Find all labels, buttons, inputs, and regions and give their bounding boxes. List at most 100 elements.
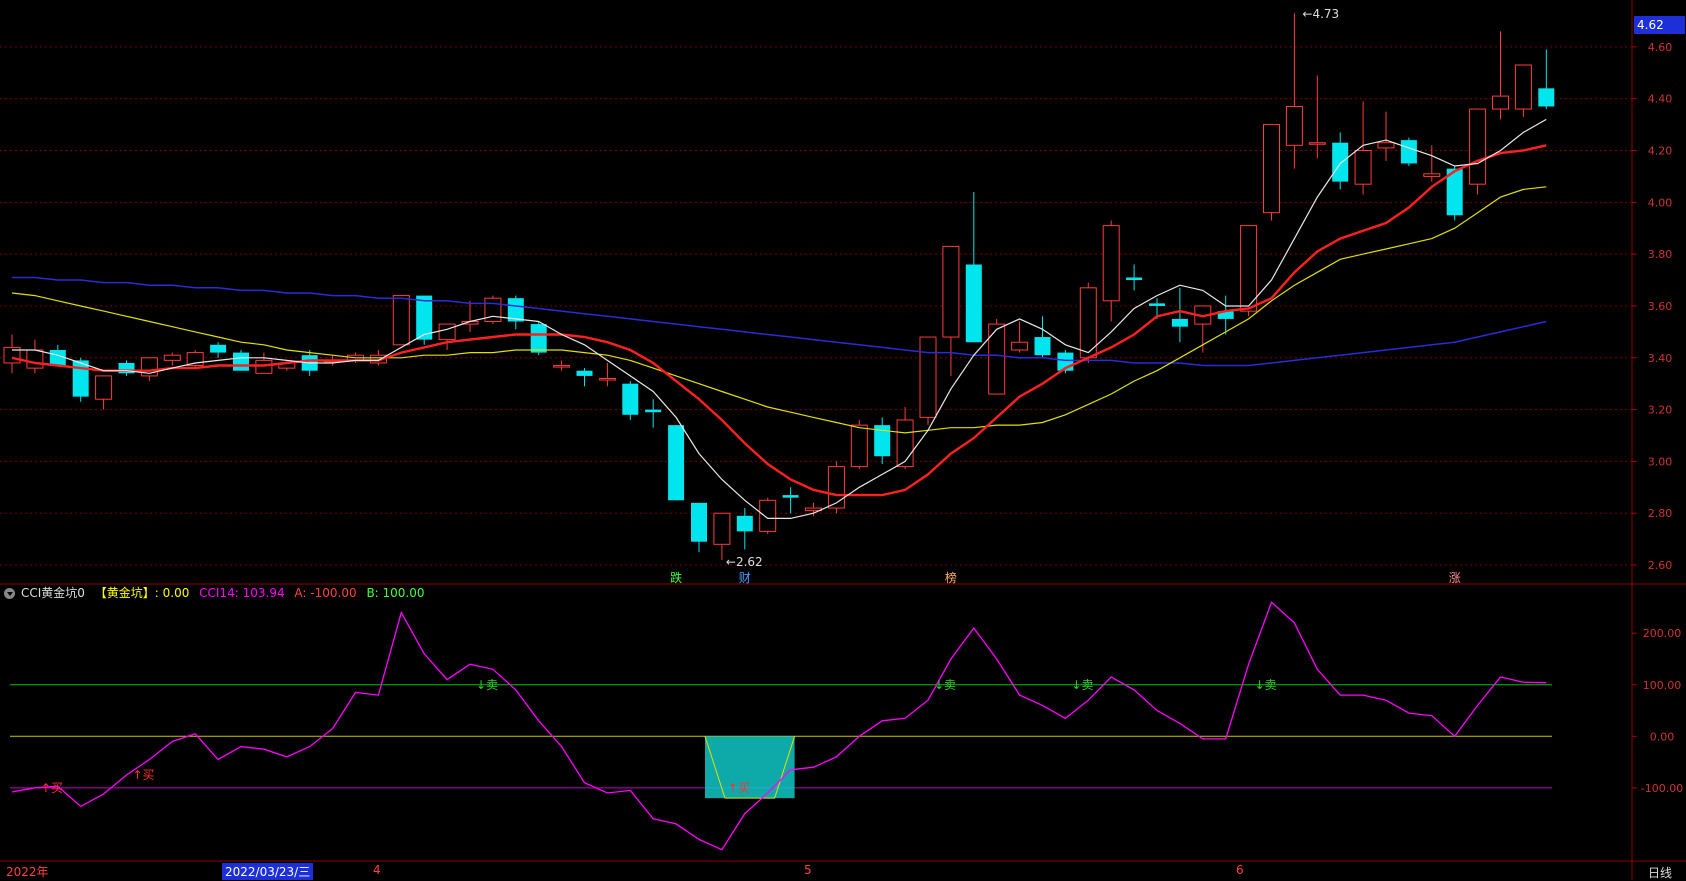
low-price-label: ←2.62 [726, 555, 763, 569]
candle-body [942, 245, 960, 338]
candle [553, 360, 571, 371]
candle [965, 191, 982, 343]
cci-signal-label: ↑买 [41, 781, 63, 795]
price-tick-label: 4.60 [1648, 41, 1673, 54]
candle [1469, 108, 1487, 195]
event-marker: 跌 [670, 570, 682, 585]
cci-value: CCI14: 103.94 [199, 586, 285, 600]
candle-body [1102, 225, 1120, 302]
cci-signal-label: ↓卖 [1255, 678, 1277, 692]
candle [1377, 111, 1395, 161]
candle-body [736, 515, 753, 532]
candle [392, 295, 410, 346]
grid [0, 46, 1632, 566]
candle-body [95, 375, 113, 400]
collapse-icon[interactable] [4, 588, 15, 599]
candle [942, 245, 960, 376]
candle-body [392, 295, 410, 346]
candle [1171, 287, 1188, 343]
candle [1194, 305, 1212, 353]
price-tick-label: 3.60 [1648, 300, 1673, 313]
candle-body [850, 424, 868, 468]
candle-body [827, 466, 845, 509]
candle-body [1034, 337, 1051, 356]
cci-panel [10, 601, 1552, 851]
price-tick-label: 4.20 [1648, 145, 1673, 158]
cci-tick-label: 100.00 [1643, 679, 1682, 692]
candle [1538, 49, 1555, 110]
price-tick-label: 2.80 [1648, 507, 1673, 520]
candle-body [1354, 150, 1372, 185]
event-marker: 涨 [1449, 570, 1461, 585]
candle [622, 381, 639, 420]
candle-body [1126, 277, 1143, 281]
candle-body [691, 502, 707, 542]
candle-body [896, 419, 914, 468]
ma20-line [11, 186, 1547, 434]
candle [1285, 13, 1303, 169]
high-price-label: ←4.73 [1302, 7, 1339, 21]
candlestick-series [3, 13, 1555, 560]
candle [668, 425, 685, 501]
candle [1354, 101, 1372, 195]
candle [1034, 316, 1051, 358]
a-value: A: -100.00 [294, 586, 357, 600]
price-tick-label: 3.20 [1648, 404, 1673, 417]
candle [576, 368, 593, 387]
price-tick-label: 3.00 [1648, 455, 1673, 468]
cci-signal-label: ↓卖 [476, 678, 498, 692]
candle-body [1469, 108, 1487, 185]
candle-body [782, 495, 799, 498]
candle [1400, 137, 1417, 167]
candle-body [1285, 105, 1303, 146]
candle [1492, 31, 1509, 120]
candle [759, 497, 777, 534]
candle-body [49, 350, 66, 366]
candle [484, 295, 502, 325]
stock-chart[interactable]: 4.60 4.40 4.20 4.00 3.80 3.60 3.40 3.20 3.00 2.80… [0, 0, 1686, 880]
candle [1514, 64, 1532, 117]
candle-body [668, 425, 685, 501]
event-marker: 榜 [945, 570, 957, 585]
cci-tick-label: -100.00 [1641, 782, 1683, 795]
cci-tick-label: 200.00 [1643, 627, 1682, 640]
b-value: B: 100.00 [366, 586, 425, 600]
candle-body [1149, 303, 1165, 306]
candle-body [530, 324, 547, 353]
cci-signal-label: ↑买 [133, 768, 155, 782]
candle [1308, 75, 1326, 159]
candle [919, 336, 937, 426]
period-label[interactable]: 日线 [1648, 864, 1672, 881]
cci-indicator-header: CCI黄金坑0 【黄金坑】: 0.00 CCI14: 103.94 A: -10… [4, 584, 431, 601]
candle [1240, 225, 1258, 317]
candle-body [988, 323, 1006, 395]
indicator-name[interactable]: CCI黄金坑0 [21, 586, 85, 600]
golden-pit-value: 【黄金坑】: 0.00 [94, 586, 190, 600]
cci-signal-label: ↓卖 [1071, 678, 1093, 692]
candle [713, 512, 731, 560]
cursor-date: 2022/03/23/三 [222, 863, 314, 880]
candle-body [1332, 142, 1349, 182]
candle [507, 295, 524, 330]
candle [163, 352, 181, 366]
price-tick-label: 4.40 [1648, 93, 1673, 106]
candle [255, 352, 273, 374]
candle [598, 362, 616, 387]
cci-tick-label: 0.00 [1650, 730, 1675, 743]
candle-body [255, 359, 273, 374]
candle-body [1400, 140, 1417, 164]
month-4-label: 4 [373, 863, 381, 877]
candle-body [1377, 142, 1395, 149]
candle [691, 502, 707, 553]
candle-body [1308, 142, 1326, 145]
price-tick-label: 3.80 [1648, 248, 1673, 261]
candle-body [1514, 64, 1532, 110]
candle [186, 350, 204, 369]
cci14-line [11, 601, 1547, 851]
date-axis: 2022年 2022/03/23/三 4 5 6 [0, 862, 1686, 880]
candle-body [72, 360, 89, 397]
candle [874, 417, 891, 464]
candle-body [26, 349, 44, 369]
candle [1263, 124, 1280, 221]
candle-body [553, 365, 571, 368]
